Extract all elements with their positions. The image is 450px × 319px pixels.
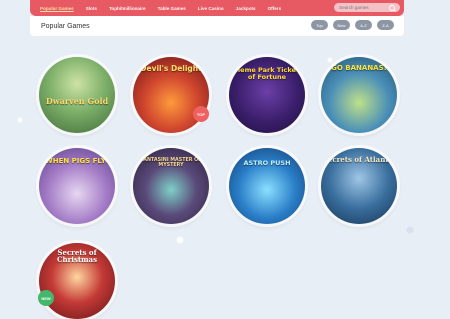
nav-item-offers[interactable]: Offers: [262, 6, 288, 11]
nav-item-popular-games[interactable]: Popular Games: [34, 6, 80, 11]
game-title: ASTRO PUSH: [243, 159, 291, 167]
game-title: Dwarven Gold: [45, 96, 109, 106]
game-tile-go-bananas[interactable]: GO BANANAS!: [321, 57, 397, 133]
section-header: Popular Games Top New A-Z Z-A: [30, 16, 404, 36]
sort-filters: Top New A-Z Z-A: [311, 20, 394, 30]
section-title: Popular Games: [41, 22, 90, 30]
game-title: Devil's Delight: [140, 64, 202, 73]
filter-a-z-button[interactable]: A-Z: [355, 20, 372, 30]
nav-item-table-games[interactable]: Table Games: [152, 6, 192, 11]
game-title: FANTASINI MASTER OF MYSTERY: [140, 158, 202, 169]
main-nav: Popular Games Slots Tophitmillionaire Ta…: [30, 6, 287, 11]
nav-item-live-casino[interactable]: Live Casino: [192, 6, 230, 11]
search-icon[interactable]: [389, 5, 395, 11]
game-tile-when-pigs-fly[interactable]: WHEN PIGS FLY!: [39, 148, 115, 224]
game-title: Theme Park Tickets of Fortune: [231, 66, 303, 81]
nav-item-slots[interactable]: Slots: [80, 6, 103, 11]
game-tile-astro-push[interactable]: ASTRO PUSH: [229, 148, 305, 224]
game-tile-secrets-of-christmas[interactable]: Secrets of Christmas: [39, 243, 115, 319]
game-tile-theme-park[interactable]: Theme Park Tickets of Fortune: [229, 57, 305, 133]
filter-new-button[interactable]: New: [333, 20, 350, 30]
game-title: GO BANANAS!: [331, 64, 387, 72]
game-title: WHEN PIGS FLY!: [44, 157, 110, 165]
search-box[interactable]: [334, 3, 400, 12]
filter-z-a-button[interactable]: Z-A: [377, 20, 394, 30]
game-title: Secrets of Christmas: [56, 248, 98, 265]
game-tile-fantasini[interactable]: FANTASINI MASTER OF MYSTERY: [133, 148, 209, 224]
filter-top-button[interactable]: Top: [311, 20, 328, 30]
nav-item-tophitmillionaire[interactable]: Tophitmillionaire: [103, 6, 152, 11]
nav-item-jackpots[interactable]: Jackpots: [230, 6, 262, 11]
top-navigation-bar: Popular Games Slots Tophitmillionaire Ta…: [30, 0, 404, 16]
game-title: Secrets of Atlantis: [322, 155, 396, 164]
game-tile-dwarven-gold[interactable]: Dwarven Gold: [39, 57, 115, 133]
new-badge: NEW: [38, 290, 54, 306]
top-badge: TOP: [193, 106, 209, 122]
game-tile-secrets-of-atlantis[interactable]: Secrets of Atlantis: [321, 148, 397, 224]
search-input[interactable]: [339, 5, 389, 10]
